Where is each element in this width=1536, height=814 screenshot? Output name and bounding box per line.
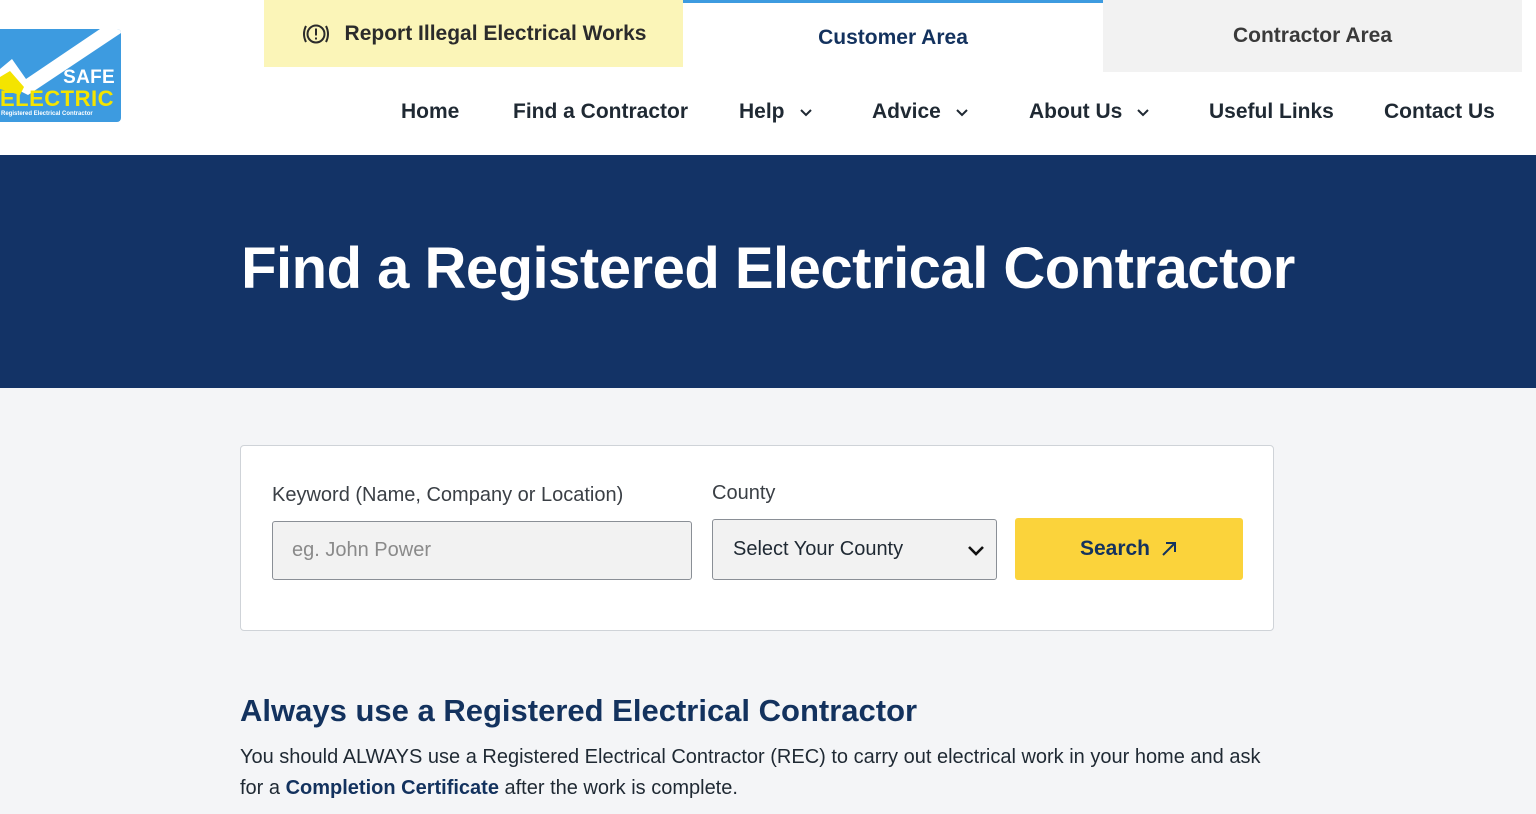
site-header: SAFE ELECTRIC Registered Electrical Cont… [0,0,1536,155]
customer-tab-label: Customer Area [818,25,968,49]
main-nav: Home Find a Contractor Help Advice About… [0,96,1536,128]
nav-about-us[interactable]: About Us [1029,96,1150,128]
search-button-label: Search [1079,537,1151,560]
contractor-tab-label: Contractor Area [1232,24,1393,47]
search-button[interactable]: Search [1015,518,1243,580]
report-illegal-works-tab[interactable]: Report Illegal Electrical Works [264,0,683,67]
paragraph-text-end: after the work is complete. [498,777,738,799]
keyword-label: Keyword (Name, Company or Location) [272,484,624,506]
nav-contact-us[interactable]: Contact Us [1384,96,1495,128]
search-card: Keyword (Name, Company or Location) Coun… [240,445,1274,631]
alert-circle-icon [302,24,329,43]
arrow-up-right-icon [1162,542,1177,556]
keyword-search-input[interactable] [272,521,692,580]
section-paragraph: You should ALWAYS use a Registered Elect… [240,742,1280,804]
nav-help[interactable]: Help [739,96,813,128]
nav-find-contractor-label: Find a Contractor [513,100,689,123]
nav-home[interactable]: Home [401,96,459,128]
nav-help-label: Help [739,100,785,123]
chevron-down-icon [968,545,984,556]
hero-banner: Find a Registered Electrical Contractor [0,155,1536,388]
nav-contact-label: Contact Us [1384,100,1495,123]
county-label: County [712,482,776,504]
county-selected-value: Select Your County [733,538,904,560]
nav-advice[interactable]: Advice [872,96,969,128]
chevron-down-icon [799,109,812,117]
report-tab-label: Report Illegal Electrical Works [344,21,647,45]
nav-advice-label: Advice [872,100,941,123]
section-heading: Always use a Registered Electrical Contr… [240,693,918,728]
nav-find-contractor[interactable]: Find a Contractor [513,96,688,128]
completion-certificate-link[interactable]: Completion Certificate [286,777,499,799]
chevron-down-icon [956,109,968,117]
page-title: Find a Registered Electrical Contractor [241,236,1295,301]
nav-home-label: Home [401,100,460,123]
customer-area-tab[interactable]: Customer Area [683,0,1103,72]
nav-useful-links-label: Useful Links [1209,100,1334,123]
nav-about-label: About Us [1029,100,1123,123]
chevron-down-icon [1137,109,1150,117]
contractor-area-tab[interactable]: Contractor Area [1103,0,1522,72]
county-select[interactable]: Select Your County [712,519,997,580]
nav-useful-links[interactable]: Useful Links [1209,96,1334,128]
